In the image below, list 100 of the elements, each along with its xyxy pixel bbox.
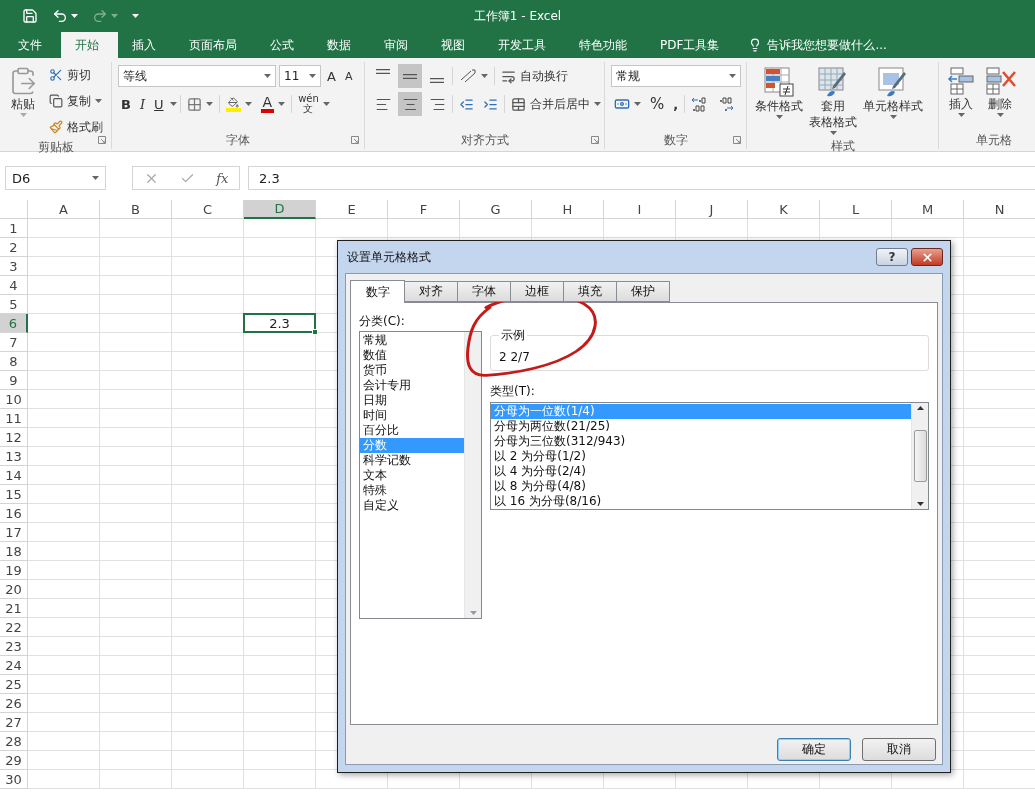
ribbon-tab[interactable]: 文件 xyxy=(4,32,61,58)
font-size-field[interactable]: 11 xyxy=(279,65,321,87)
column-header[interactable]: J xyxy=(676,200,748,219)
shrink-font-button[interactable]: A xyxy=(341,65,356,87)
row-header[interactable]: 16 xyxy=(0,504,28,523)
font-name-field[interactable]: 等线 xyxy=(118,65,276,87)
column-header[interactable]: L xyxy=(820,200,892,219)
insert-function-button[interactable]: fx xyxy=(216,170,229,186)
row-header[interactable]: 1 xyxy=(0,219,28,238)
column-header[interactable]: M xyxy=(892,200,964,219)
dialog-tab[interactable]: 保护 xyxy=(616,281,670,302)
help-button[interactable]: ? xyxy=(876,248,908,266)
column-header[interactable]: B xyxy=(100,200,172,219)
category-item[interactable]: 文本 xyxy=(360,468,464,483)
row-header[interactable]: 3 xyxy=(0,257,28,276)
ribbon-tab[interactable]: 页面布局 xyxy=(175,32,256,58)
row-header[interactable]: 27 xyxy=(0,713,28,732)
formula-field[interactable]: 2.3 xyxy=(248,166,1035,190)
dialog-launcher-icon[interactable] xyxy=(351,136,359,144)
row-header[interactable]: 23 xyxy=(0,637,28,656)
row-header[interactable]: 25 xyxy=(0,675,28,694)
row-header[interactable]: 30 xyxy=(0,770,28,789)
column-header[interactable]: K xyxy=(748,200,820,219)
wrap-text-button[interactable]: 自动换行 xyxy=(498,65,571,87)
category-item[interactable]: 百分比 xyxy=(360,423,464,438)
font-color-button[interactable]: A xyxy=(257,93,289,115)
column-header[interactable]: H xyxy=(532,200,604,219)
ribbon-tab[interactable]: 公式 xyxy=(256,32,313,58)
row-header[interactable]: 29 xyxy=(0,751,28,770)
close-button[interactable] xyxy=(911,248,943,266)
category-item[interactable]: 时间 xyxy=(360,408,464,423)
ribbon-tab[interactable]: PDF工具集 xyxy=(646,32,739,58)
row-header[interactable]: 5 xyxy=(0,295,28,314)
category-item[interactable]: 日期 xyxy=(360,393,464,408)
percent-button[interactable]: % xyxy=(647,93,668,115)
type-item[interactable]: 以 4 为分母(2/4) xyxy=(491,464,911,479)
style-button[interactable]: 条件格式 xyxy=(753,64,805,137)
category-item[interactable]: 常规 xyxy=(360,333,464,348)
fill-handle[interactable] xyxy=(312,329,318,335)
row-header[interactable]: 11 xyxy=(0,409,28,428)
ribbon-tab[interactable]: 视图 xyxy=(427,32,484,58)
ribbon-tab[interactable]: 特色功能 xyxy=(565,32,646,58)
number-format-field[interactable]: 常规 xyxy=(611,65,741,87)
row-header[interactable]: 17 xyxy=(0,523,28,542)
phonetic-button[interactable]: wén 文 xyxy=(295,93,333,115)
row-header[interactable]: 22 xyxy=(0,618,28,637)
category-item[interactable]: 科学记数 xyxy=(360,453,464,468)
type-item[interactable]: 以 8 为分母(4/8) xyxy=(491,479,911,494)
row-header[interactable]: 12 xyxy=(0,428,28,447)
scroll-up-icon[interactable] xyxy=(916,406,924,410)
row-header[interactable]: 8 xyxy=(0,352,28,371)
underline-button[interactable]: U xyxy=(151,93,167,115)
type-item[interactable]: 以 2 为分母(1/2) xyxy=(491,449,911,464)
active-cell[interactable]: 2.3 xyxy=(243,313,316,333)
vertical-align-button[interactable] xyxy=(398,64,422,88)
scroll-down-icon[interactable] xyxy=(916,502,924,506)
cells-button[interactable]: 删除 xyxy=(981,64,1019,131)
dialog-launcher-icon[interactable] xyxy=(733,136,741,144)
row-header[interactable]: 21 xyxy=(0,599,28,618)
column-header[interactable]: I xyxy=(604,200,676,219)
row-header[interactable]: 19 xyxy=(0,561,28,580)
horizontal-align-button[interactable] xyxy=(398,92,422,116)
row-header[interactable]: 20 xyxy=(0,580,28,599)
tell-me-button[interactable]: 告诉我您想要做什么... xyxy=(738,32,897,58)
category-item[interactable]: 自定义 xyxy=(360,498,464,513)
dialog-tab[interactable]: 边框 xyxy=(510,281,564,302)
bold-button[interactable]: B xyxy=(118,93,134,115)
ribbon-tab[interactable]: 数据 xyxy=(313,32,370,58)
style-button[interactable]: 单元格样式 xyxy=(861,64,925,137)
row-header[interactable]: 24 xyxy=(0,656,28,675)
grow-font-button[interactable]: A xyxy=(324,65,339,87)
dialog-launcher-icon[interactable] xyxy=(98,136,106,144)
format-painter-button[interactable]: 格式刷 xyxy=(46,116,106,138)
row-header[interactable]: 9 xyxy=(0,371,28,390)
column-header[interactable]: A xyxy=(28,200,100,219)
row-header[interactable]: 7 xyxy=(0,333,28,352)
row-header[interactable]: 18 xyxy=(0,542,28,561)
dialog-tab[interactable]: 对齐 xyxy=(404,281,458,302)
style-button[interactable]: 套用 表格格式 xyxy=(807,64,859,137)
category-item[interactable]: 会计专用 xyxy=(360,378,464,393)
type-item[interactable]: 分母为三位数(312/943) xyxy=(491,434,911,449)
category-item[interactable]: 特殊 xyxy=(360,483,464,498)
ribbon-tab[interactable]: 开始 xyxy=(61,32,118,58)
type-item[interactable]: 以 16 为分母(8/16) xyxy=(491,494,911,509)
column-header[interactable]: E xyxy=(316,200,388,219)
comma-button[interactable]: , xyxy=(670,93,682,115)
column-header[interactable]: G xyxy=(460,200,532,219)
paste-button[interactable]: 粘贴 xyxy=(6,64,40,138)
row-header[interactable]: 15 xyxy=(0,485,28,504)
dialog-tab[interactable]: 填充 xyxy=(563,281,617,302)
row-header[interactable]: 26 xyxy=(0,694,28,713)
cut-button[interactable]: 剪切 xyxy=(46,64,106,86)
dialog-launcher-icon[interactable] xyxy=(591,136,599,144)
row-header[interactable]: 4 xyxy=(0,276,28,295)
dialog-tab[interactable]: 数字 xyxy=(350,280,405,303)
italic-button[interactable]: I xyxy=(136,93,149,115)
ok-button[interactable]: 确定 xyxy=(777,738,851,761)
ribbon-tab[interactable]: 开发工具 xyxy=(484,32,565,58)
category-item[interactable]: 数值 xyxy=(360,348,464,363)
type-item[interactable]: 分母为两位数(21/25) xyxy=(491,419,911,434)
